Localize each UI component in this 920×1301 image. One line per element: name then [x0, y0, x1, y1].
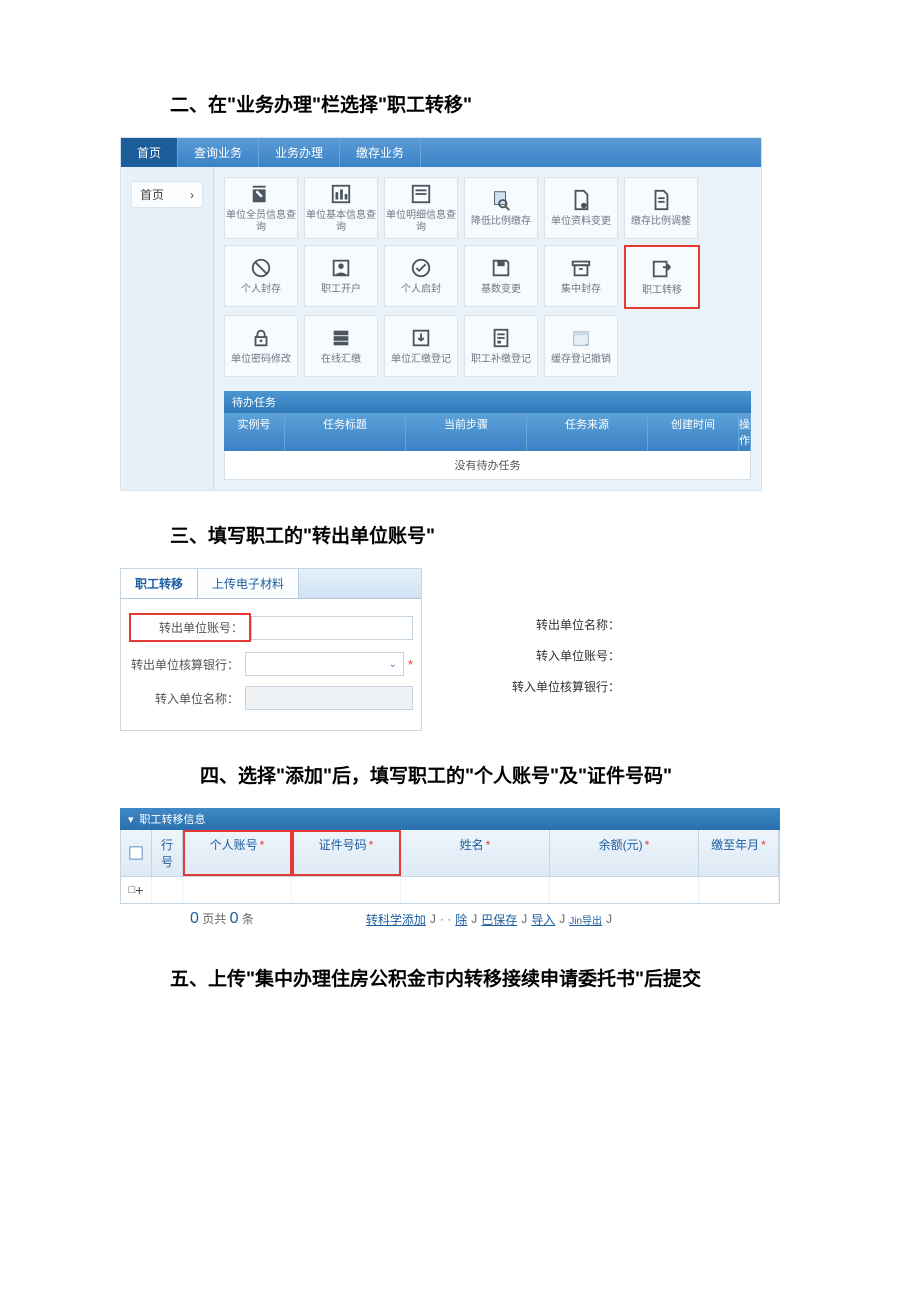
- col-personal-account: 个人账号*: [183, 830, 292, 876]
- label-in-unit-name: 转入单位名称：: [129, 690, 245, 707]
- doc-lines-icon: [647, 188, 675, 212]
- archive-icon: [567, 256, 595, 280]
- tile-all-info-query[interactable]: 单位全员信息查询: [224, 177, 298, 239]
- heading-step-5: 五、上传"集中办理住房公积金市内转移接续申请委托书"后提交: [170, 964, 800, 991]
- tile-unit-detail-info[interactable]: 单位明细信息查询: [384, 177, 458, 239]
- heading-step-3: 三、填写职工的"转出单位账号": [170, 521, 800, 548]
- sidebar-item-label: 首页: [140, 186, 164, 203]
- col-rownum: 行号: [152, 830, 183, 876]
- tab-transfer[interactable]: 职工转移: [121, 569, 198, 598]
- screenshot-transfer-form: 职工转移 上传电子材料 转出单位账号： 转出单位核算银行： ⌄ * 转入单位名称…: [120, 568, 422, 731]
- nav-home[interactable]: 首页: [121, 138, 178, 167]
- action-add[interactable]: 转科学添加: [366, 911, 426, 928]
- tile-unit-data-change[interactable]: 单位资料变更: [544, 177, 618, 239]
- list-icon: [407, 182, 435, 206]
- select-out-bank[interactable]: ⌄: [245, 652, 404, 676]
- receipt-icon: [487, 326, 515, 350]
- nav-business[interactable]: 业务办理: [259, 138, 340, 167]
- tile-online-payment[interactable]: 在线汇缴: [304, 315, 378, 377]
- transfer-icon: [648, 257, 676, 281]
- page-total: 0: [230, 910, 239, 927]
- lock-icon: [247, 326, 275, 350]
- input-in-unit-name[interactable]: [245, 686, 413, 710]
- col-name: 姓名*: [401, 830, 550, 876]
- action-export[interactable]: Jin导出: [569, 912, 602, 927]
- checkbox-icon: [129, 846, 143, 860]
- forbidden-icon: [247, 256, 275, 280]
- row-checkbox[interactable]: □+: [121, 877, 152, 903]
- tile-unit-pwd-change[interactable]: 单位密码修改: [224, 315, 298, 377]
- col-checkbox[interactable]: [121, 830, 152, 876]
- tile-ratio-adjust[interactable]: 缴存比例调整: [624, 177, 698, 239]
- screenshot-business-menu: 首页 查询业务 业务办理 缴存业务 首页 › 单位全员信息查询 单位基本信息查询: [120, 137, 762, 491]
- tile-worker-open[interactable]: 职工开户: [304, 245, 378, 307]
- tile-batch-seal[interactable]: 集中封存: [544, 245, 618, 307]
- label-in-unit-account: 转入单位账号：: [450, 647, 620, 664]
- screenshot-transfer-table: ▾ 职工转移信息 行号 个人账号* 证件号码* 姓名* 余额(元)* 缴至年月*…: [120, 808, 780, 934]
- task-empty-text: 没有待办任务: [224, 451, 751, 480]
- tile-worker-supplement-reg[interactable]: 职工补缴登记: [464, 315, 538, 377]
- input-out-account[interactable]: [251, 616, 413, 640]
- tab-upload-materials[interactable]: 上传电子材料: [198, 569, 299, 598]
- chevron-down-icon: ⌄: [383, 659, 403, 670]
- user-box-icon: [327, 256, 355, 280]
- top-nav: 首页 查询业务 业务办理 缴存业务: [121, 138, 761, 167]
- table-header-row: 行号 个人账号* 证件号码* 姓名* 余额(元)* 缴至年月*: [120, 830, 780, 877]
- required-mark: *: [408, 657, 413, 672]
- label-in-unit-bank: 转入单位核算银行：: [450, 678, 620, 695]
- nav-query[interactable]: 查询业务: [178, 138, 259, 167]
- table-pager: 0 页共 0 条 转科学添加J · · 除J 巴保存J 导入J Jin导出J: [120, 904, 780, 934]
- nav-deposit[interactable]: 缴存业务: [340, 138, 421, 167]
- transfer-form-right-labels: 转出单位名称： 转入单位账号： 转入单位核算银行：: [450, 616, 620, 709]
- sidebar: 首页 ›: [121, 167, 214, 490]
- save-icon: [487, 256, 515, 280]
- check-circle-icon: [407, 256, 435, 280]
- tile-personal-unseal[interactable]: 个人启封: [384, 245, 458, 307]
- panel-toggle-icon[interactable]: ▾: [128, 813, 134, 826]
- label-out-unit-name: 转出单位名称：: [450, 616, 620, 633]
- col-paid-until: 缴至年月*: [699, 830, 779, 876]
- tab-bar: 职工转移 上传电子材料: [121, 569, 421, 599]
- doc-gear-icon: [567, 188, 595, 212]
- action-save[interactable]: 巴保存: [481, 911, 517, 928]
- sidebar-item-home[interactable]: 首页 ›: [131, 181, 203, 208]
- edit-icon: [247, 182, 275, 206]
- page-current: 0: [190, 910, 199, 927]
- stack-icon: [327, 326, 355, 350]
- heading-step-4: 四、选择"添加"后，填写职工的"个人账号"及"证件号码": [200, 761, 800, 788]
- table-title-bar: ▾ 职工转移信息: [120, 808, 780, 830]
- task-section: 待办任务 实例号 任务标题 当前步骤 任务来源 创建时间 操作 没有待办任务: [224, 391, 751, 480]
- add-icon[interactable]: +: [135, 883, 143, 897]
- download-box-icon: [407, 326, 435, 350]
- col-id-number: 证件号码*: [292, 830, 401, 876]
- tile-unit-payment-reg[interactable]: 单位汇缴登记: [384, 315, 458, 377]
- function-grid: 单位全员信息查询 单位基本信息查询 单位明细信息查询 降低比例缴存 单位资料变更…: [224, 177, 751, 377]
- tile-worker-transfer[interactable]: 职工转移: [624, 245, 700, 309]
- heading-step-2: 二、在"业务办理"栏选择"职工转移": [170, 90, 800, 117]
- chevron-right-icon: ›: [190, 188, 194, 202]
- action-import[interactable]: 导入: [531, 911, 555, 928]
- chart-icon: [327, 182, 355, 206]
- search-doc-icon: [487, 188, 515, 212]
- tile-lower-ratio[interactable]: 降低比例缴存: [464, 177, 538, 239]
- label-out-account: 转出单位账号：: [129, 613, 251, 642]
- tile-reg-cancel[interactable]: 缓存登记撤销: [544, 315, 618, 377]
- task-columns: 实例号 任务标题 当前步骤 任务来源 创建时间 操作: [224, 413, 751, 451]
- calendar-edit-icon: [567, 326, 595, 350]
- label-out-bank: 转出单位核算银行：: [129, 656, 245, 673]
- tile-unit-basic-info[interactable]: 单位基本信息查询: [304, 177, 378, 239]
- task-header: 待办任务: [224, 391, 751, 413]
- action-delete[interactable]: 除: [455, 911, 467, 928]
- col-balance: 余额(元)*: [550, 830, 699, 876]
- tile-base-change[interactable]: 基数变更: [464, 245, 538, 307]
- tile-personal-seal[interactable]: 个人封存: [224, 245, 298, 307]
